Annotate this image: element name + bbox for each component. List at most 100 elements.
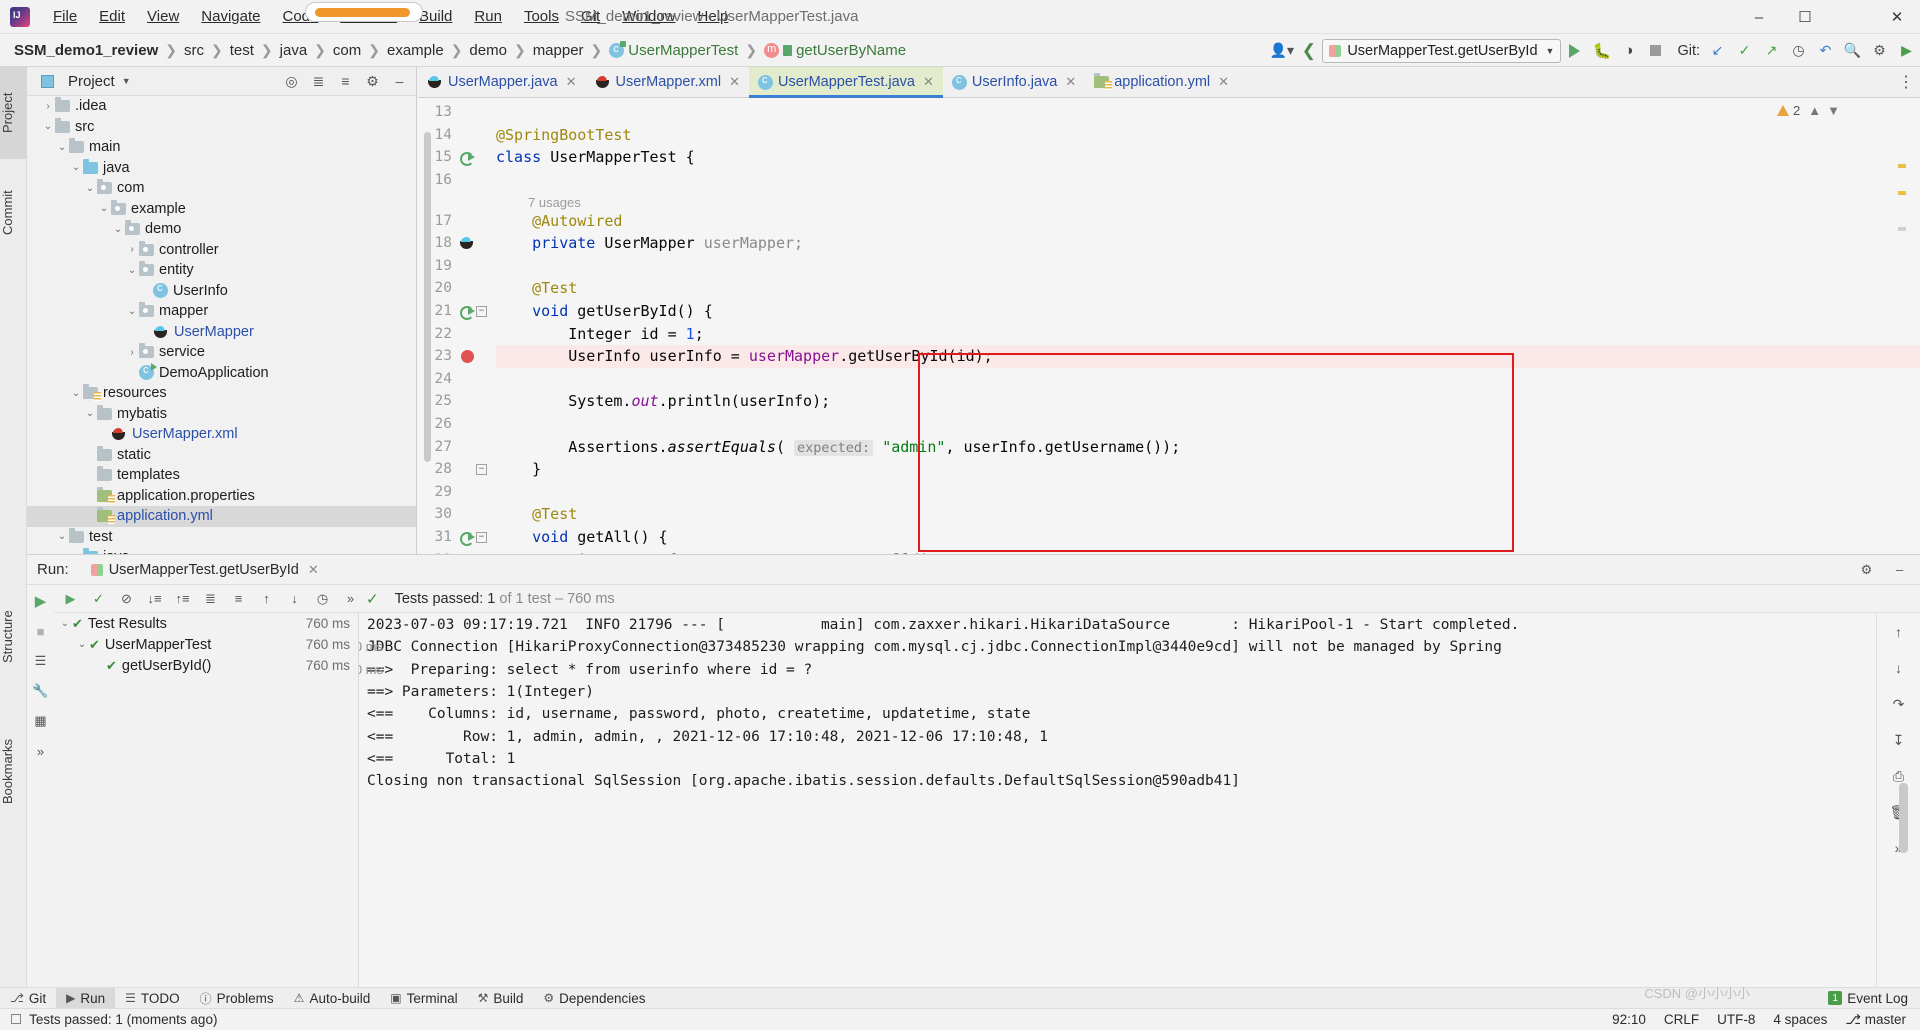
code-line[interactable]: 27 Assertions.assertEquals( expected: "a…: [418, 435, 1920, 458]
tree-node-java[interactable]: ...⌄java: [27, 158, 416, 179]
chevron-down-icon[interactable]: ⌄: [69, 388, 83, 399]
expand-all-icon[interactable]: ≣: [306, 69, 331, 94]
chevron-down-icon[interactable]: ⌄: [97, 203, 111, 214]
chevron-down-icon[interactable]: ▼: [122, 76, 131, 86]
breakpoint-icon[interactable]: [458, 345, 476, 368]
sidebar-item-commit[interactable]: Commit: [0, 167, 27, 259]
menu-edit[interactable]: Edit: [88, 4, 136, 29]
run-button[interactable]: [1561, 37, 1588, 64]
close-icon[interactable]: ✕: [308, 562, 319, 578]
breadcrumb-test[interactable]: test: [228, 42, 256, 59]
tree-node-com[interactable]: ....⌄com: [27, 178, 416, 199]
run-test-gutter-icon[interactable]: [458, 300, 476, 323]
breadcrumb-mapper[interactable]: mapper: [531, 42, 586, 59]
menu-file[interactable]: File: [42, 4, 88, 29]
structure-icon[interactable]: ☰: [31, 651, 51, 671]
tree-node-static[interactable]: ....static: [27, 445, 416, 466]
select-opened-file-icon[interactable]: ◎: [279, 69, 304, 94]
code-line[interactable]: 16: [418, 169, 1920, 192]
breadcrumb-class[interactable]: UserMapperTest: [607, 40, 740, 59]
chevron-down-icon[interactable]: ⌄: [55, 142, 69, 153]
run-console-output[interactable]: 2023-07-03 09:17:19.721 INFO 21796 --- […: [359, 613, 1920, 987]
tree-node-service[interactable]: .......›service: [27, 342, 416, 363]
editor-tab-usermapper-xml[interactable]: UserMapper.xml ✕: [586, 67, 749, 97]
code-line[interactable]: 22 Integer id = 1;: [418, 322, 1920, 345]
bottom-bar-item-git[interactable]: ⎇ Git: [0, 988, 56, 1009]
minimize-icon[interactable]: –: [1736, 0, 1782, 34]
bottom-bar-item-problems[interactable]: ⓘ Problems: [190, 988, 284, 1009]
run-test-gutter-icon[interactable]: [458, 146, 476, 169]
close-icon[interactable]: ✕: [566, 74, 577, 90]
code-line[interactable]: 15 class UserMapperTest {: [418, 146, 1920, 169]
test-tree-row[interactable]: ✔ getUserById() 760 ms: [54, 655, 358, 676]
tree-node-src[interactable]: .⌄src: [27, 117, 416, 138]
bottom-bar-item-build[interactable]: ⚒ Build: [468, 988, 534, 1009]
tree-node-mapper[interactable]: .......⌄mapper: [27, 301, 416, 322]
code-line[interactable]: 20 @Test: [418, 277, 1920, 300]
close-icon[interactable]: ✕: [1218, 74, 1229, 90]
maximize-icon[interactable]: ☐: [1782, 0, 1828, 34]
chevron-right-icon[interactable]: ›: [125, 244, 139, 255]
chevron-down-icon[interactable]: ⌄: [83, 408, 97, 419]
settings-gear-icon[interactable]: ⚙: [1854, 557, 1879, 582]
search-icon[interactable]: 🔍: [1839, 37, 1866, 64]
editor-tab-strip[interactable]: UserMapper.java✕UserMapper.xml✕UserMappe…: [418, 67, 1920, 98]
project-file-tree[interactable]: .›.idea.⌄src..⌄main...⌄java....⌄com.....…: [27, 96, 416, 554]
breadcrumb-project[interactable]: SSM_demo1_review: [12, 42, 160, 59]
inspection-warning-badge[interactable]: 2 ▲ ▼: [1777, 103, 1840, 118]
code-line[interactable]: 18 private UserMapper userMapper;: [418, 232, 1920, 255]
code-line[interactable]: 23 UserInfo userInfo = userMapper.getUse…: [418, 345, 1920, 368]
code-line[interactable]: 14 @SpringBootTest: [418, 124, 1920, 147]
layout-icon[interactable]: ▦: [31, 711, 51, 731]
test-tree-row[interactable]: ⌄ ✔ Test Results 760 ms: [54, 613, 358, 634]
tree-node-example[interactable]: .....⌄example: [27, 199, 416, 220]
git-commit-icon[interactable]: ✓: [1731, 37, 1758, 64]
chevron-up-icon[interactable]: ▲: [1808, 103, 1821, 118]
file-encoding[interactable]: UTF-8: [1717, 1012, 1755, 1027]
tree-node-main[interactable]: ..⌄main: [27, 137, 416, 158]
tree-node-java[interactable]: ...⌄java: [27, 547, 416, 554]
code-editor-content[interactable]: 13 14 @SpringBootTest 15 class UserMapperTes…: [418, 98, 1920, 554]
menu-view[interactable]: View: [136, 4, 190, 29]
menu-navigate[interactable]: Navigate: [190, 4, 271, 29]
tree-node-mybatis[interactable]: ....⌄mybatis: [27, 404, 416, 425]
code-line[interactable]: 25 System.out.println(userInfo);: [418, 390, 1920, 413]
soft-wrap-icon[interactable]: ↷: [1888, 693, 1910, 715]
next-failed-icon[interactable]: ↓: [282, 586, 307, 611]
usage-hint[interactable]: 7 usages: [528, 195, 581, 210]
prev-failed-icon[interactable]: ↑: [254, 586, 279, 611]
console-scrollbar[interactable]: [1899, 783, 1908, 853]
sort-by-duration-icon[interactable]: ↑≡: [170, 586, 195, 611]
chevron-down-icon[interactable]: ⌄: [125, 265, 139, 276]
history-clock-icon[interactable]: ◷: [310, 586, 335, 611]
code-line[interactable]: 13: [418, 101, 1920, 124]
chevron-down-icon[interactable]: ⌄: [69, 162, 83, 173]
chevron-down-icon[interactable]: ⌄: [58, 618, 72, 629]
git-history-icon[interactable]: ◷: [1785, 37, 1812, 64]
tree-node-test[interactable]: ..⌄test: [27, 527, 416, 548]
close-icon[interactable]: ✕: [1065, 74, 1076, 90]
breadcrumb-method[interactable]: getUserByName: [762, 42, 908, 59]
user-account-icon[interactable]: 👤▾: [1268, 37, 1295, 64]
show-ignored-toggle[interactable]: ⊘: [114, 586, 139, 611]
indent-setting[interactable]: 4 spaces: [1773, 1012, 1827, 1027]
test-tree-row[interactable]: ⌄ ✔ UserMapperTest 760 ms: [54, 634, 358, 655]
tree-node-application-yml[interactable]: ....application.yml: [27, 506, 416, 527]
scroll-down-icon[interactable]: ↓: [1888, 657, 1910, 679]
event-log-group[interactable]: 1 Event Log: [1828, 991, 1920, 1006]
code-line[interactable]: 24: [418, 368, 1920, 391]
code-line[interactable]: 31 − void getAll() {: [418, 526, 1920, 549]
close-icon[interactable]: ✕: [923, 74, 934, 90]
settings-gear-icon[interactable]: ⚙: [360, 69, 385, 94]
editor-tab-application-yml[interactable]: application.yml ✕: [1085, 67, 1238, 97]
chevron-down-icon[interactable]: ⌄: [55, 531, 69, 542]
undo-icon[interactable]: ↶: [1812, 37, 1839, 64]
code-fold-icon[interactable]: −: [476, 531, 487, 543]
code-line[interactable]: 26: [418, 413, 1920, 436]
code-line[interactable]: 28 − }: [418, 458, 1920, 481]
stop-button[interactable]: [1642, 37, 1669, 64]
tree-node-userinfo[interactable]: ........UserInfo: [27, 281, 416, 302]
mybatis-gutter-icon[interactable]: [458, 232, 476, 255]
bottom-bar-item-terminal[interactable]: ▣ Terminal: [380, 988, 467, 1009]
close-icon[interactable]: ✕: [1874, 0, 1920, 34]
